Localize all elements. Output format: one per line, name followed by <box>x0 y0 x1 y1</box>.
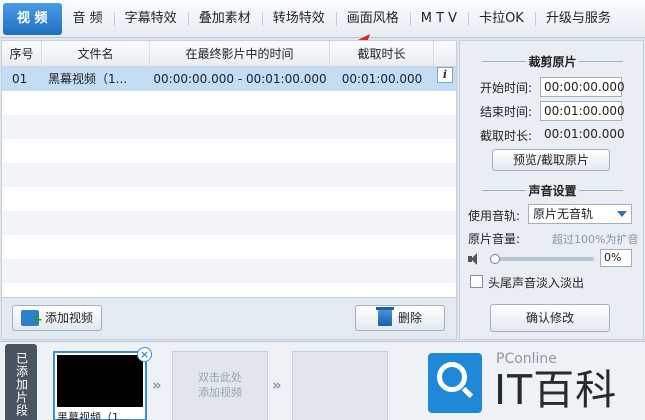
clip-name: 黑幕视频（1... <box>57 411 130 420</box>
confirm-button[interactable]: 确认修改 <box>490 304 610 332</box>
header-filename[interactable]: 文件名 <box>42 41 150 67</box>
tab-karaoke[interactable]: 卡拉OK <box>468 3 535 35</box>
watermark-sub: PConline <box>496 351 557 367</box>
speaker-muted-icon <box>468 253 482 265</box>
crop-duration-label: 截取时长: <box>480 129 533 143</box>
row-time-in-movie: 00:00:00.000 - 00:01:00.000 <box>153 72 327 86</box>
remove-clip-icon[interactable]: × <box>137 347 152 362</box>
row-duration: 00:01:00.000 <box>341 72 423 86</box>
arrow-right-icon: » <box>152 376 162 394</box>
header-index[interactable]: 序号 <box>2 41 42 67</box>
track-label: 使用音轨: <box>468 209 521 223</box>
empty-slot-line1: 双击此处 <box>198 371 242 384</box>
clip-preview <box>57 355 143 407</box>
crop-section-title: 裁剪原片 <box>460 53 645 70</box>
clip-thumbnail[interactable]: 黑幕视频（1... <box>53 351 147 420</box>
start-time-field[interactable]: 00:00:00.000 <box>540 77 625 97</box>
list-footer: 添加视频 删除 <box>1 298 457 340</box>
add-video-icon <box>21 308 43 332</box>
empty-slot-line2: 添加视频 <box>198 386 242 399</box>
info-icon[interactable]: i <box>437 67 453 83</box>
header-duration[interactable]: 截取时长 <box>330 41 434 67</box>
tab-subtitle-effects[interactable]: 字幕特效 <box>113 3 188 35</box>
empty-clip-slot-2[interactable] <box>292 351 388 420</box>
track-select[interactable]: 原片无音轨 <box>528 204 632 224</box>
tab-audio[interactable]: 音 频 <box>62 3 114 35</box>
volume-slider[interactable] <box>490 257 594 261</box>
tab-overlay-material[interactable]: 叠加素材 <box>187 3 262 35</box>
header-time-in-movie[interactable]: 在最终影片中的时间 <box>150 41 330 67</box>
tab-mtv[interactable]: M T V <box>409 3 468 35</box>
tab-bar: 视 频 音 频 字幕特效 叠加素材 转场特效 画面风格 M T V 卡拉OK 升… <box>0 0 645 38</box>
audio-section-title: 声音设置 <box>460 182 645 199</box>
row-filename: 黑幕视频（1... <box>48 72 128 86</box>
tab-video[interactable]: 视 频 <box>3 2 62 35</box>
crop-duration-value: 00:01:00.000 <box>544 127 625 141</box>
end-time-field[interactable]: 00:01:00.000 <box>540 101 625 121</box>
row-index: 01 <box>12 72 28 86</box>
settings-panel: 裁剪原片 开始时间: 00:00:00.000 结束时间: 00:01:00.0… <box>459 40 644 340</box>
added-clips-label: 已添加片段 <box>5 344 37 420</box>
delete-label: 删除 <box>397 311 422 325</box>
delete-button[interactable]: 删除 <box>355 305 445 331</box>
volume-hint: 超过100%为扩音 <box>552 233 639 246</box>
track-select-value: 原片无音轨 <box>533 207 594 221</box>
empty-clip-slot[interactable]: 双击此处 添加视频 <box>172 351 268 420</box>
video-file-list: 序号 文件名 在最终影片中的时间 截取时长 01 黑幕视频（1... 00:00… <box>1 40 457 298</box>
trash-icon <box>375 307 394 326</box>
header-spacer <box>434 41 456 67</box>
watermark-main: IT百科 <box>494 366 618 414</box>
table-row[interactable]: 01 黑幕视频（1... 00:00:00.000 - 00:01:00.000… <box>2 67 456 91</box>
pconline-logo-icon <box>428 353 482 413</box>
add-video-button[interactable]: 添加视频 <box>12 305 103 332</box>
preview-crop-button[interactable]: 预览/截取原片 <box>492 149 610 171</box>
volume-slider-handle[interactable] <box>490 254 500 264</box>
list-header: 序号 文件名 在最终影片中的时间 截取时长 <box>2 41 456 67</box>
tab-upgrade-service[interactable]: 升级与服务 <box>534 3 622 35</box>
arrow-right-icon: » <box>272 376 282 394</box>
fade-label: 头尾声音淡入淡出 <box>488 276 585 290</box>
tab-transition-effects[interactable]: 转场特效 <box>261 3 336 35</box>
end-time-label: 结束时间: <box>480 105 533 119</box>
empty-rows <box>2 91 456 297</box>
chevron-down-icon <box>617 211 627 217</box>
volume-value-field[interactable]: 0% <box>600 249 632 267</box>
add-video-label: 添加视频 <box>45 311 94 325</box>
volume-label: 原片音量: <box>468 232 521 246</box>
fade-checkbox[interactable] <box>470 275 483 288</box>
start-time-label: 开始时间: <box>480 81 533 95</box>
